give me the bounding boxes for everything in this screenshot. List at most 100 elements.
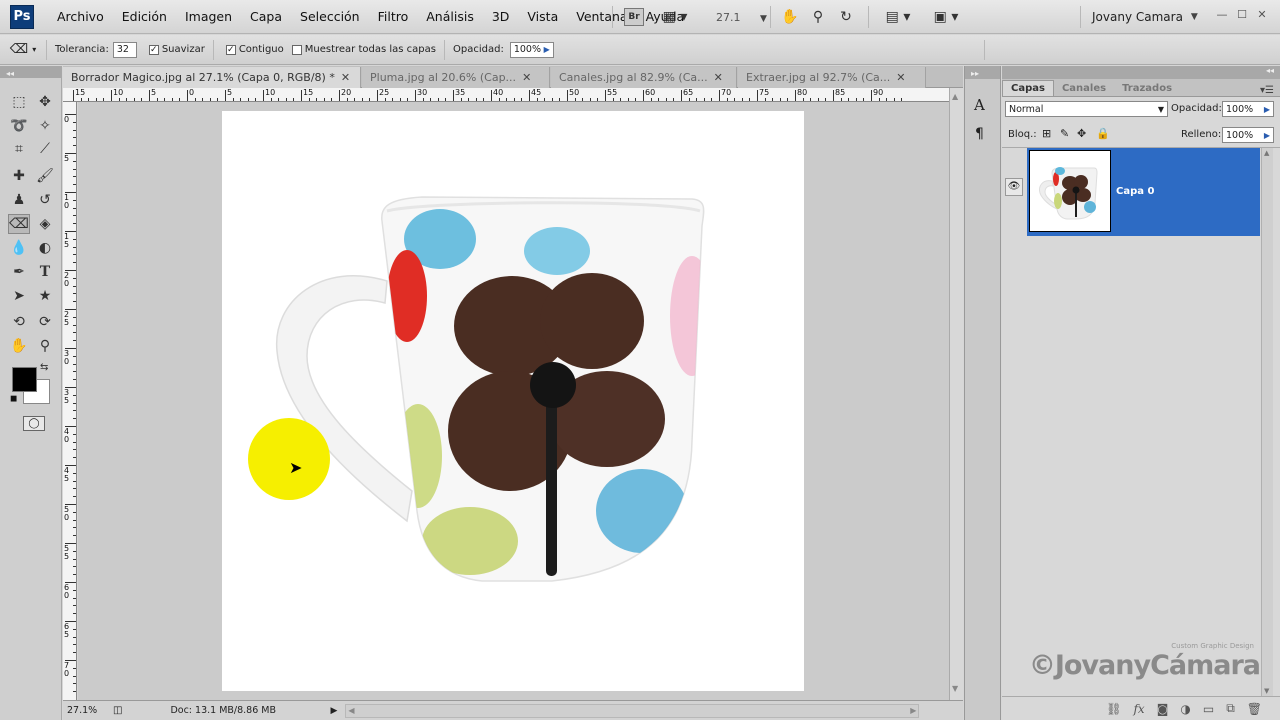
vertical-ruler[interactable]: 0 5 1 0 1 5 2 0 2 5 3 0 3 5 4 0 4 5 5 0 5 5 6 0 6 5 7 …: [63, 102, 77, 700]
close-button[interactable]: ✕: [1252, 8, 1272, 21]
antialias-checkbox[interactable]: ✓ Suavizar: [148, 44, 205, 55]
arrange-documents-icon[interactable]: ▤ ▾: [880, 7, 916, 27]
blend-mode-select[interactable]: Normal ▼: [1005, 101, 1168, 117]
new-group-icon[interactable]: ▭: [1203, 702, 1214, 716]
scroll-down-icon[interactable]: ▼: [952, 684, 958, 693]
scroll-up-icon[interactable]: ▲: [1264, 149, 1269, 157]
layer-name[interactable]: Capa 0: [1116, 186, 1154, 197]
menu-item-filtro[interactable]: Filtro: [369, 9, 418, 24]
panel-menu-icon[interactable]: ▾☰: [1260, 85, 1274, 96]
link-layers-icon[interactable]: ⛓: [1106, 702, 1121, 716]
custom-shape-tool-icon[interactable]: ★: [34, 286, 56, 306]
arrow-right-icon[interactable]: ▶: [544, 45, 550, 54]
default-colors-icon[interactable]: ◼: [10, 394, 17, 404]
tab-trazados[interactable]: Trazados: [1114, 81, 1180, 96]
tolerance-input[interactable]: 32: [112, 41, 137, 58]
menu-item-3d[interactable]: 3D: [483, 9, 519, 24]
tab-pluma[interactable]: Pluma.jpg al 20.6% (Cap... ✕: [362, 67, 550, 88]
collapse-icon[interactable]: ◂◂: [1266, 66, 1274, 75]
zoom-level-value[interactable]: 27.1: [716, 11, 741, 24]
horizontal-scrollbar[interactable]: ◀ ▶: [345, 703, 920, 718]
path-selection-tool-icon[interactable]: ➤: [8, 286, 30, 306]
vertical-scrollbar[interactable]: ▲ ▼: [949, 88, 963, 700]
magic-eraser-tool-icon[interactable]: ⌫: [8, 214, 30, 234]
scroll-left-icon[interactable]: ◀: [348, 706, 354, 715]
swap-colors-icon[interactable]: ⇆: [40, 362, 48, 373]
layer-style-fx-icon[interactable]: fx: [1133, 702, 1144, 716]
close-tab-icon[interactable]: ✕: [341, 71, 350, 84]
brush-tool-icon[interactable]: 🖌: [34, 166, 56, 186]
layer-row-capa-0[interactable]: Capa 0: [1027, 148, 1260, 236]
lasso-tool-icon[interactable]: ➰: [8, 116, 30, 136]
opacity-input[interactable]: 100% ▶: [509, 41, 554, 58]
tools-panel-header[interactable]: ◂◂: [0, 66, 61, 78]
healing-brush-tool-icon[interactable]: ✚: [8, 166, 30, 186]
blur-tool-icon[interactable]: 💧: [8, 238, 30, 258]
document-canvas[interactable]: [222, 111, 804, 691]
menu-item-imagen[interactable]: Imagen: [176, 9, 241, 24]
history-brush-tool-icon[interactable]: ↺: [34, 190, 56, 210]
rotate-view-icon[interactable]: ↻: [836, 7, 856, 27]
sample-all-layers-checkbox[interactable]: Muestrear todas las capas: [291, 44, 436, 55]
3d-rotate-tool-icon[interactable]: ⟲: [8, 312, 30, 332]
close-tab-icon[interactable]: ✕: [714, 71, 723, 84]
workspace-switcher[interactable]: Jovany Camara ▼: [1092, 10, 1198, 24]
horizontal-ruler[interactable]: 15 10 5 0 5 10 15 20 25 30 35 40 45 50 55 60 65 70 75 80 85 9…: [63, 88, 949, 102]
arrow-right-icon[interactable]: ▶: [1264, 105, 1270, 114]
bridge-icon[interactable]: Br: [624, 8, 644, 26]
tab-canales[interactable]: Canales: [1054, 81, 1114, 96]
character-panel-icon[interactable]: A: [974, 96, 985, 114]
crop-tool-icon[interactable]: ⌗: [8, 139, 30, 159]
expand-icon[interactable]: ▸▸: [971, 69, 979, 78]
zoom-tool-icon[interactable]: ⚲: [34, 336, 56, 356]
scroll-up-icon[interactable]: ▲: [952, 92, 958, 101]
layers-panel-header[interactable]: ◂◂: [1002, 66, 1280, 79]
type-tool-icon[interactable]: T: [34, 262, 56, 282]
zoom-tool-icon[interactable]: ⚲: [808, 7, 828, 27]
status-options-icon[interactable]: ◫: [113, 705, 122, 716]
tab-extraer[interactable]: Extraer.jpg al 92.7% (Ca... ✕: [738, 67, 926, 88]
menu-item-seleccion[interactable]: Selección: [291, 9, 369, 24]
tool-preset-picker[interactable]: ⌫ ▾: [0, 42, 46, 57]
arrow-right-icon[interactable]: ▶: [1264, 131, 1270, 140]
layer-mask-icon[interactable]: ◙: [1157, 702, 1169, 716]
foreground-color-swatch[interactable]: [12, 367, 37, 392]
chevron-down-icon[interactable]: ▼: [1158, 105, 1164, 114]
collapse-icon[interactable]: ◂◂: [6, 69, 14, 78]
delete-layer-icon[interactable]: 🗑: [1247, 702, 1262, 716]
lock-position-icon[interactable]: ✥: [1077, 127, 1086, 140]
marquee-tool-icon[interactable]: ⬚: [8, 92, 30, 112]
status-zoom[interactable]: 27.1%: [67, 705, 107, 716]
contiguous-checkbox[interactable]: ✓ Contiguo: [225, 44, 284, 55]
new-layer-icon[interactable]: ⧉: [1226, 701, 1235, 716]
hand-tool-icon[interactable]: ✋: [8, 336, 30, 356]
3d-orbit-tool-icon[interactable]: ⟳: [34, 312, 56, 332]
paint-bucket-tool-icon[interactable]: ◈: [34, 214, 56, 234]
close-tab-icon[interactable]: ✕: [522, 71, 531, 84]
eyedropper-tool-icon[interactable]: ⟋: [34, 139, 56, 159]
status-menu-arrow-icon[interactable]: ▶: [330, 706, 337, 716]
view-extras-icon[interactable]: ▦ ▾: [658, 7, 692, 27]
clone-stamp-tool-icon[interactable]: ♟: [8, 190, 30, 210]
dock-header[interactable]: ▸▸: [965, 66, 1000, 79]
screen-mode-icon[interactable]: ▣ ▾: [928, 7, 964, 27]
adjustment-layer-icon[interactable]: ◑: [1180, 702, 1190, 716]
tab-borrador-magico[interactable]: Borrador Magico.jpg al 27.1% (Capa 0, RG…: [63, 67, 361, 88]
menu-item-vista[interactable]: Vista: [518, 9, 567, 24]
canvas-area[interactable]: ➤: [78, 102, 949, 700]
quick-mask-icon[interactable]: ◯: [23, 416, 45, 431]
menu-item-archivo[interactable]: Archivo: [48, 9, 113, 24]
tab-canales[interactable]: Canales.jpg al 82.9% (Ca... ✕: [551, 67, 737, 88]
menu-item-edicion[interactable]: Edición: [113, 9, 176, 24]
lock-all-icon[interactable]: 🔒: [1096, 127, 1110, 140]
layer-opacity-input[interactable]: 100% ▶: [1222, 101, 1274, 117]
maximize-button[interactable]: ☐: [1232, 8, 1252, 21]
tab-capas[interactable]: Capas: [1002, 80, 1054, 96]
hand-tool-icon[interactable]: ✋: [780, 7, 800, 27]
magic-wand-tool-icon[interactable]: ✧: [34, 116, 56, 136]
scroll-right-icon[interactable]: ▶: [910, 706, 916, 715]
pen-tool-icon[interactable]: ✒: [8, 262, 30, 282]
chevron-down-icon[interactable]: ▼: [760, 14, 767, 24]
layer-thumbnail[interactable]: [1029, 150, 1111, 232]
menu-item-analisis[interactable]: Análisis: [417, 9, 483, 24]
